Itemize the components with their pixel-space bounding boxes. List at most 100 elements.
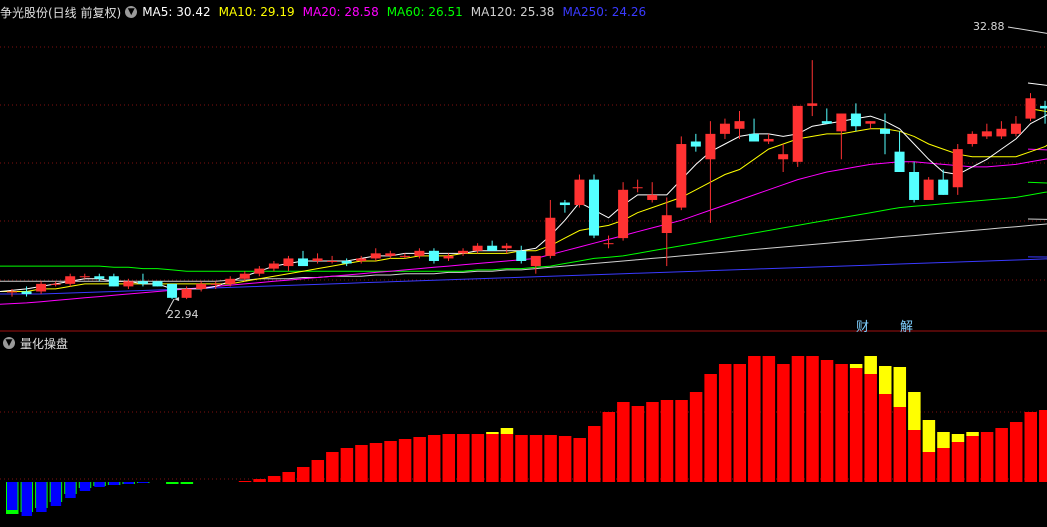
indicator-bar-red [879, 394, 892, 482]
indicator-bar-red [297, 467, 310, 482]
candle[interactable] [676, 136, 687, 211]
candle[interactable] [370, 248, 381, 261]
candle[interactable] [167, 283, 178, 300]
candle[interactable] [967, 131, 978, 147]
chevron-down-icon[interactable]: ▼ [3, 337, 15, 349]
candle[interactable] [152, 281, 163, 287]
candle[interactable] [734, 110, 745, 139]
candle[interactable] [574, 174, 585, 208]
candle[interactable] [909, 161, 920, 203]
candle[interactable] [428, 248, 439, 264]
candle[interactable] [632, 179, 643, 193]
candle[interactable] [516, 245, 527, 264]
candle[interactable] [501, 243, 512, 254]
candle[interactable] [981, 123, 992, 139]
candle-body [632, 187, 643, 189]
candle[interactable] [719, 118, 730, 139]
candle[interactable] [298, 250, 308, 267]
indicator-bar-yellow [893, 367, 907, 407]
candle[interactable] [792, 105, 803, 167]
candle[interactable] [589, 174, 599, 239]
candle[interactable] [487, 240, 498, 251]
moving-average-lines [0, 82, 1047, 305]
candle[interactable] [443, 253, 454, 261]
candle[interactable] [952, 144, 963, 195]
candle[interactable] [268, 260, 279, 272]
indicator-bar-red [617, 402, 630, 482]
indicator-bars[interactable] [6, 356, 1047, 516]
candle-body [370, 253, 381, 259]
candle[interactable] [1010, 116, 1021, 137]
candle-body [647, 194, 658, 200]
candle[interactable] [341, 258, 352, 267]
candle-body [1010, 123, 1021, 134]
indicator-bar-yellow [879, 366, 892, 394]
candle-body [65, 276, 76, 284]
chevron-down-icon[interactable]: ▼ [125, 6, 138, 18]
candle[interactable] [850, 103, 861, 132]
indicator-bar-red [835, 364, 848, 482]
candle[interactable] [94, 273, 105, 282]
chart-canvas[interactable] [0, 0, 1047, 527]
candle-body [50, 283, 61, 285]
candle[interactable] [1040, 100, 1047, 124]
indicator-bar-red [529, 435, 543, 482]
candle-body [501, 245, 512, 249]
candle[interactable] [647, 182, 658, 203]
candle[interactable] [65, 273, 76, 287]
candle[interactable] [312, 253, 323, 264]
candle[interactable] [938, 169, 949, 195]
candle[interactable] [894, 131, 905, 172]
indicator-panel-header: ▼ 量化操盘 [0, 333, 1047, 353]
candle[interactable] [705, 121, 716, 223]
candle[interactable] [690, 133, 701, 152]
candle-body [487, 245, 498, 251]
candle[interactable] [137, 273, 148, 287]
candle[interactable] [36, 281, 47, 295]
candle[interactable] [79, 273, 90, 279]
candle[interactable] [778, 144, 789, 172]
candle-body [894, 151, 905, 172]
candle[interactable] [923, 177, 934, 200]
candle[interactable] [618, 182, 629, 241]
candle-body [254, 268, 265, 274]
indicator-bar-yellow [966, 432, 979, 436]
candle[interactable] [530, 255, 541, 274]
candle[interactable] [865, 121, 876, 129]
candle[interactable] [545, 199, 556, 259]
indicator-bar-red [733, 364, 746, 482]
ma-legend-item: MA5: 30.42 [142, 5, 211, 19]
candle[interactable] [749, 118, 760, 142]
candle-body [530, 255, 541, 267]
indicator-bar-red [311, 460, 325, 482]
candle-body [516, 250, 527, 261]
candle[interactable] [254, 266, 265, 277]
candle[interactable] [327, 255, 338, 264]
indicator-bar-red [791, 356, 805, 482]
ma-legend-item: MA10: 29.19 [218, 5, 295, 19]
candle[interactable] [661, 197, 672, 267]
indicator-bar-red [951, 442, 965, 482]
indicator-bar-yellow [500, 428, 514, 434]
candle-body [36, 283, 47, 292]
candle[interactable] [996, 121, 1007, 139]
candle[interactable] [50, 281, 61, 287]
candle[interactable] [836, 113, 847, 160]
candle[interactable] [807, 60, 818, 117]
indicator-bar-red [486, 434, 499, 482]
stock-title[interactable]: 争光股份(日线 前复权) [0, 4, 121, 21]
candle[interactable] [458, 248, 469, 256]
indicator-bar-red [602, 412, 616, 482]
candle[interactable] [1025, 93, 1036, 122]
candle[interactable] [763, 133, 774, 145]
candle[interactable] [356, 255, 367, 264]
candle[interactable] [283, 255, 294, 272]
candle-body [676, 144, 687, 208]
candle[interactable] [108, 273, 119, 287]
candle[interactable] [385, 250, 396, 259]
candlestick-series[interactable] [7, 42, 1047, 300]
candle[interactable] [196, 281, 207, 292]
candle[interactable] [559, 199, 570, 213]
candle[interactable] [603, 235, 614, 249]
candle[interactable] [821, 108, 832, 124]
